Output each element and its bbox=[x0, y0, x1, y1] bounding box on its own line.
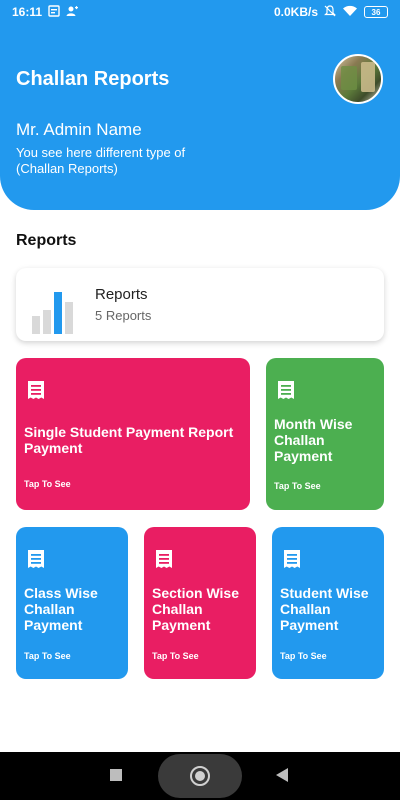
tile-section-wise-challan[interactable]: Section Wise Challan Payment Tap To See bbox=[144, 527, 256, 679]
page-title: Challan Reports bbox=[16, 68, 170, 90]
app-header: 16:11 0.0KB/s 36 Challan Reports Mr. Adm… bbox=[0, 0, 400, 210]
tile-title: Student Wise Challan Payment bbox=[280, 585, 369, 633]
tile-month-wise-challan[interactable]: Month Wise Challan Payment Tap To See bbox=[266, 358, 384, 510]
receipt-icon bbox=[278, 381, 294, 399]
summary-count: 5 Reports bbox=[95, 308, 152, 323]
tap-to-see-link[interactable]: Tap To See bbox=[24, 479, 71, 489]
status-time: 16:11 bbox=[12, 5, 43, 19]
notification-icon bbox=[48, 4, 60, 20]
receipt-icon bbox=[284, 550, 300, 568]
tile-title: Section Wise Challan Payment bbox=[152, 585, 240, 633]
header-subtitle: You see here different type of (Challan … bbox=[16, 145, 186, 176]
reports-summary-card[interactable]: Reports 5 Reports bbox=[16, 268, 384, 341]
admin-name: Mr. Admin Name bbox=[16, 120, 142, 139]
battery-icon: 36 bbox=[364, 6, 388, 18]
avatar[interactable] bbox=[333, 54, 383, 104]
bar-chart-icon bbox=[32, 292, 73, 334]
tap-to-see-link[interactable]: Tap To See bbox=[280, 651, 327, 661]
status-bar: 16:11 0.0KB/s 36 bbox=[0, 0, 400, 24]
receipt-icon bbox=[28, 550, 44, 568]
home-button[interactable] bbox=[158, 754, 242, 798]
recents-button[interactable] bbox=[110, 769, 122, 781]
wifi-icon bbox=[342, 5, 358, 20]
tile-title: Month Wise Challan Payment bbox=[274, 416, 353, 464]
receipt-icon bbox=[156, 550, 172, 568]
tile-title: Class Wise Challan Payment bbox=[24, 585, 98, 633]
back-button[interactable] bbox=[276, 768, 288, 782]
section-title: Reports bbox=[16, 232, 77, 249]
mute-icon bbox=[324, 4, 336, 20]
tap-to-see-link[interactable]: Tap To See bbox=[274, 481, 321, 491]
system-nav-bar bbox=[0, 752, 400, 800]
account-icon bbox=[66, 5, 79, 20]
tap-to-see-link[interactable]: Tap To See bbox=[152, 651, 199, 661]
tile-single-student-payment[interactable]: Single Student Payment Report Payment Ta… bbox=[16, 358, 250, 510]
tile-student-wise-challan[interactable]: Student Wise Challan Payment Tap To See bbox=[272, 527, 384, 679]
tile-title: Single Student Payment Report Payment bbox=[24, 424, 234, 456]
tap-to-see-link[interactable]: Tap To See bbox=[24, 651, 71, 661]
tile-class-wise-challan[interactable]: Class Wise Challan Payment Tap To See bbox=[16, 527, 128, 679]
receipt-icon bbox=[28, 381, 44, 399]
network-speed: 0.0KB/s bbox=[273, 5, 318, 19]
summary-label: Reports bbox=[95, 286, 148, 303]
